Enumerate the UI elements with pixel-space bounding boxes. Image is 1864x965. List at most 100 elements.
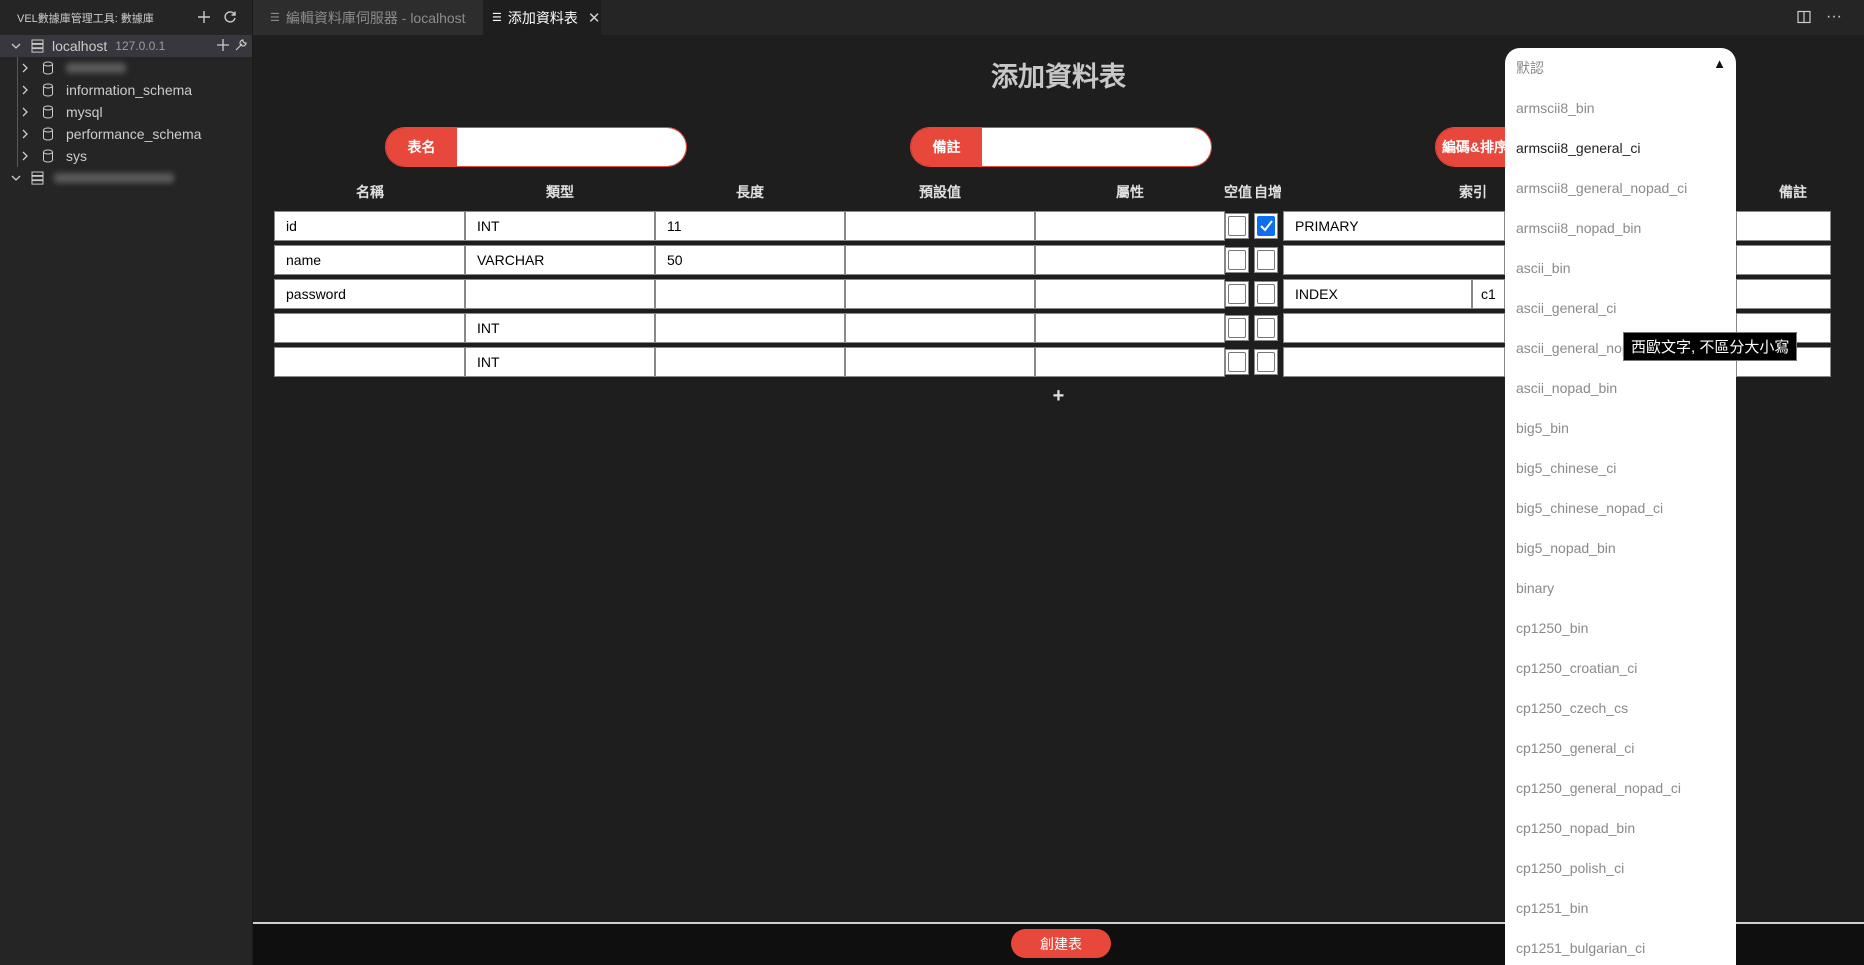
dropdown-option[interactable]: cp1250_general_ci [1505,728,1736,768]
chevron-down-icon[interactable] [11,173,21,183]
collation-dropdown[interactable]: 默認 ▲ armscii8_bin armscii8_general_ci ar… [1505,48,1736,965]
nullable-checkbox[interactable] [1225,281,1249,307]
cell-comment[interactable] [1736,245,1831,275]
cell-length[interactable] [655,279,845,309]
dropdown-option[interactable]: armscii8_bin [1505,88,1736,128]
cell-index[interactable] [1283,313,1505,343]
sidebar-header: VEL數據庫管理工具: 數據庫 [0,0,252,35]
add-icon[interactable] [216,38,230,52]
cell-length[interactable] [655,313,845,343]
cell-length[interactable]: 50 [655,245,845,275]
tree-database[interactable]: mysql [0,101,252,123]
tree-database[interactable]: sys [0,145,252,167]
cell-index[interactable] [1283,347,1505,377]
cell-name[interactable] [274,347,465,377]
cell-default[interactable] [845,211,1035,241]
dropdown-option[interactable]: cp1250_czech_cs [1505,688,1736,728]
tree-connection-redacted[interactable] [0,167,252,189]
tab-edit-server[interactable]: ☰ 編輯資料庫伺服器 - localhost [253,0,483,35]
cell-name[interactable]: id [274,211,465,241]
database-name: mysql [66,104,103,120]
dropdown-option[interactable]: big5_chinese_nopad_ci [1505,488,1736,528]
dropdown-option[interactable]: ascii_nopad_bin [1505,368,1736,408]
wrench-icon[interactable] [234,38,248,52]
chevron-right-icon[interactable] [20,151,30,161]
cell-comment[interactable] [1736,211,1831,241]
cell-index[interactable] [1283,245,1505,275]
dropdown-option[interactable]: cp1250_polish_ci [1505,848,1736,888]
autoinc-checkbox[interactable] [1254,213,1278,239]
cell-attribute[interactable] [1035,245,1225,275]
dropdown-option[interactable]: cp1251_bulgarian_ci [1505,928,1736,965]
dropdown-option[interactable]: cp1251_bin [1505,888,1736,928]
more-icon[interactable]: ··· [1826,9,1842,25]
tree-database[interactable]: performance_schema [0,123,252,145]
dropdown-option[interactable]: ascii_bin [1505,248,1736,288]
tree-connection-localhost[interactable]: localhost 127.0.0.1 [0,35,252,57]
cell-default[interactable] [845,347,1035,377]
autoinc-checkbox[interactable] [1254,349,1278,375]
column-header-comment: 備註 [1779,184,1807,200]
cell-attribute[interactable] [1035,347,1225,377]
connection-name: localhost [52,38,108,54]
add-icon[interactable] [196,9,212,25]
cell-index-name[interactable]: c1 [1472,279,1505,309]
cell-name[interactable]: name [274,245,465,275]
dropdown-option[interactable]: big5_chinese_ci [1505,448,1736,488]
cell-type[interactable] [465,279,655,309]
cell-length[interactable] [655,347,845,377]
split-editor-icon[interactable] [1796,9,1812,25]
dropdown-option[interactable]: cp1250_bin [1505,608,1736,648]
nullable-checkbox[interactable] [1225,349,1249,375]
cell-type[interactable]: INT [465,347,655,377]
cell-default[interactable] [845,313,1035,343]
chevron-right-icon[interactable] [20,129,30,139]
cell-attribute[interactable] [1035,313,1225,343]
dropdown-option[interactable]: cp1250_nopad_bin [1505,808,1736,848]
tab-add-table[interactable]: ☰ 添加資料表 ✕ [483,0,601,35]
nullable-checkbox[interactable] [1225,315,1249,341]
caret-up-icon[interactable]: ▲ [1713,56,1726,71]
chevron-right-icon[interactable] [20,85,30,95]
nullable-checkbox[interactable] [1225,247,1249,273]
tree-database[interactable] [0,57,252,79]
cell-default[interactable] [845,279,1035,309]
dropdown-option[interactable]: cp1250_croatian_ci [1505,648,1736,688]
sidebar-title: VEL數據庫管理工具: 數據庫 [17,12,154,25]
create-table-button[interactable]: 創建表 [1011,929,1111,958]
refresh-icon[interactable] [222,9,238,25]
close-icon[interactable]: ✕ [588,9,601,27]
dropdown-option[interactable]: cp1250_general_nopad_ci [1505,768,1736,808]
cell-attribute[interactable] [1035,211,1225,241]
nullable-checkbox[interactable] [1225,213,1249,239]
cell-length[interactable]: 11 [655,211,845,241]
dropdown-option-default[interactable]: 默認 ▲ [1505,48,1736,88]
cell-name[interactable] [274,313,465,343]
table-name-input[interactable] [457,128,686,166]
chevron-right-icon[interactable] [20,107,30,117]
dropdown-option[interactable]: armscii8_general_nopad_ci [1505,168,1736,208]
cell-default[interactable] [845,245,1035,275]
cell-index[interactable]: PRIMARY [1283,211,1505,241]
chevron-down-icon[interactable] [11,41,21,51]
autoinc-checkbox[interactable] [1254,315,1278,341]
cell-name[interactable]: password [274,279,465,309]
tree-database[interactable]: information_schema [0,79,252,101]
cell-type[interactable]: INT [465,211,655,241]
dropdown-option-selected[interactable]: armscii8_general_ci [1505,128,1736,168]
cell-type[interactable]: VARCHAR [465,245,655,275]
autoinc-checkbox[interactable] [1254,281,1278,307]
cell-comment[interactable] [1736,279,1831,309]
comment-input[interactable] [982,128,1211,166]
cell-type[interactable]: INT [465,313,655,343]
chevron-right-icon[interactable] [20,63,30,73]
dropdown-option[interactable]: big5_bin [1505,408,1736,448]
cell-index[interactable]: INDEX [1283,279,1472,309]
dropdown-option[interactable]: big5_nopad_bin [1505,528,1736,568]
dropdown-option[interactable]: binary [1505,568,1736,608]
dropdown-option[interactable]: ascii_general_ci [1505,288,1736,328]
document-icon: ☰ [492,12,502,24]
cell-attribute[interactable] [1035,279,1225,309]
autoinc-checkbox[interactable] [1254,247,1278,273]
dropdown-option[interactable]: armscii8_nopad_bin [1505,208,1736,248]
